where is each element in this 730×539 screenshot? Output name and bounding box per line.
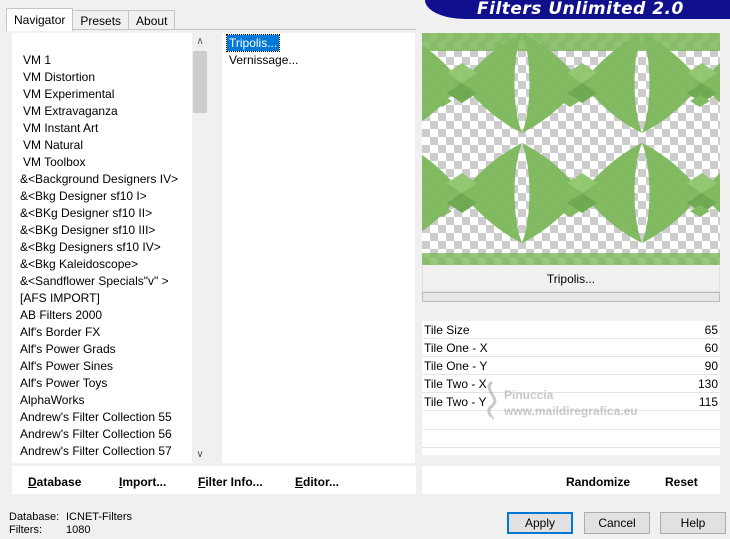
tab-bar: Navigator Presets About	[6, 8, 176, 31]
category-item[interactable]: &<BKg Designer sf10 III>	[20, 222, 178, 239]
category-item[interactable]: Andrew's Filter Collection 57	[20, 443, 178, 460]
database-label: Database:	[9, 511, 60, 523]
param-value: 65	[704, 323, 718, 337]
category-item[interactable]: VM Experimental	[20, 86, 178, 103]
param-label: Tile Size	[424, 323, 470, 337]
cancel-button[interactable]: Cancel	[584, 512, 650, 534]
category-item[interactable]: Andrew's Filter Collection 56	[20, 426, 178, 443]
randomize-button[interactable]: Randomize	[566, 466, 630, 494]
param-label: Tile One - Y	[424, 359, 488, 373]
preview-pattern	[422, 33, 720, 265]
import-button[interactable]: Import...	[119, 466, 166, 494]
filter-list[interactable]: Tripolis... Vernissage...	[222, 33, 415, 463]
category-item[interactable]: VM 1	[20, 52, 178, 69]
category-item[interactable]: Alf's Border FX	[20, 324, 178, 341]
scroll-down-icon[interactable]: ∨	[192, 446, 208, 463]
param-value: 130	[697, 377, 718, 391]
param-label: Tile Two - X	[424, 377, 487, 391]
help-button[interactable]: Help	[660, 512, 726, 534]
reset-button[interactable]: Reset	[665, 466, 698, 494]
filters-label: Filters:	[9, 524, 42, 536]
param-value: 90	[704, 359, 718, 373]
category-item[interactable]: VM Extravaganza	[20, 103, 178, 120]
category-items: VM 1 VM Distortion VM Experimental VM Extra…	[20, 52, 178, 460]
category-item[interactable]: VM Instant Art	[20, 120, 178, 137]
parameter-list: Tile Size 65 Tile One - X 60 Tile One - …	[422, 321, 720, 455]
filter-info-button[interactable]: Filter Info...	[198, 466, 263, 494]
category-list[interactable]: VM 1 VM Distortion VM Experimental VM Extra…	[12, 33, 208, 463]
param-value: 115	[698, 395, 718, 409]
status-info: Database: ICNET-Filters Filters: 1080	[9, 511, 132, 537]
filters-count: 1080	[66, 524, 91, 536]
category-item[interactable]: Alf's Power Sines	[20, 358, 178, 375]
category-item[interactable]: &<BKg Designer sf10 II>	[20, 205, 178, 222]
tab-about[interactable]: About	[128, 10, 176, 30]
category-scrollbar[interactable]: ∧ ∨	[192, 33, 208, 463]
category-item[interactable]: VM Natural	[20, 137, 178, 154]
param-label: Tile Two - Y	[424, 395, 487, 409]
category-item[interactable]: [AFS IMPORT]	[20, 290, 178, 307]
category-item[interactable]: Alf's Power Grads	[20, 341, 178, 358]
scroll-up-icon[interactable]: ∧	[192, 33, 208, 50]
param-tile-two-y[interactable]: Tile Two - Y 115	[422, 393, 720, 411]
toolbar-left: Database Import... Filter Info... Editor…	[12, 466, 416, 494]
toolbar-right: Randomize Reset	[422, 466, 720, 494]
param-divider	[422, 429, 720, 430]
param-value: 60	[704, 341, 718, 355]
category-item[interactable]: &<Bkg Designers sf10 IV>	[20, 239, 178, 256]
progress-bar	[422, 292, 720, 302]
filter-item-vernissage[interactable]: Vernissage...	[227, 52, 300, 68]
param-tile-one-y[interactable]: Tile One - Y 90	[422, 357, 720, 375]
category-item[interactable]: &<Sandflower Specials"v" >	[20, 273, 178, 290]
category-item[interactable]: Alf's Power Toys	[20, 375, 178, 392]
category-item[interactable]: &<Background Designers IV>	[20, 171, 178, 188]
scroll-thumb[interactable]	[193, 51, 207, 113]
category-item[interactable]: AB Filters 2000	[20, 307, 178, 324]
preview-filter-name: Tripolis...	[422, 266, 720, 292]
param-tile-size[interactable]: Tile Size 65	[422, 321, 720, 339]
apply-button[interactable]: Apply	[507, 512, 573, 534]
preview-image	[422, 33, 720, 265]
param-divider	[422, 447, 720, 448]
editor-button[interactable]: Editor...	[295, 466, 339, 494]
tab-navigator[interactable]: Navigator	[6, 8, 74, 31]
filter-item-tripolis[interactable]: Tripolis...	[225, 34, 281, 52]
category-item[interactable]: &<Bkg Designer sf10 I>	[20, 188, 178, 205]
database-button[interactable]: Database	[28, 466, 81, 494]
category-item[interactable]: VM Toolbox	[20, 154, 178, 171]
tab-presets[interactable]: Presets	[72, 10, 130, 30]
param-tile-two-x[interactable]: Tile Two - X 130	[422, 375, 720, 393]
category-item[interactable]: Andrew's Filter Collection 55	[20, 409, 178, 426]
database-value: ICNET-Filters	[66, 511, 132, 523]
param-label: Tile One - X	[424, 341, 488, 355]
category-item[interactable]: VM Distortion	[20, 69, 178, 86]
category-item[interactable]: AlphaWorks	[20, 392, 178, 409]
app-banner: Filters Unlimited 2.0	[425, 0, 730, 19]
category-item[interactable]: &<Bkg Kaleidoscope>	[20, 256, 178, 273]
param-tile-one-x[interactable]: Tile One - X 60	[422, 339, 720, 357]
